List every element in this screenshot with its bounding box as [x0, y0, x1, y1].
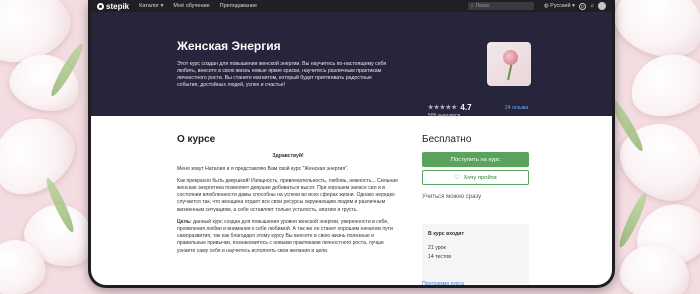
course-description: Этот курс создан для повышения женской э…	[177, 61, 387, 88]
course-sidebar: Бесплатно Поступить на курс ♡ Хочу пройт…	[422, 134, 529, 200]
nav-teaching[interactable]: Преподавание	[220, 3, 257, 9]
lessons-count: 21 урок	[428, 245, 446, 251]
greeting: Здравствуй!	[272, 153, 304, 159]
rating-value: 4.7	[460, 103, 472, 112]
search-input[interactable]: ⌕ Поиск	[467, 2, 534, 10]
price: Бесплатно	[422, 134, 472, 145]
about-paragraph: Как прекрасно быть девушкой! Изящность, …	[177, 178, 398, 213]
about-text: Здравствуй! Меня зовут Наталия и я предс…	[177, 153, 399, 260]
nav-my-learning[interactable]: Моё обучение	[173, 3, 209, 9]
browser-window: stepik Каталог ▾ Моё обучение Преподаван…	[88, 0, 615, 288]
avatar[interactable]	[598, 2, 606, 10]
enroll-button[interactable]: Поступить на курс	[422, 152, 529, 167]
goal-paragraph: Цель: данный курс создан для повышения у…	[177, 219, 393, 254]
stepik-logo[interactable]: stepik	[97, 2, 129, 11]
goal-label: Цель:	[177, 219, 192, 226]
search-placeholder: Поиск	[475, 3, 490, 9]
wishlist-button[interactable]: ♡ Хочу пройти	[422, 170, 529, 185]
search-icon: ⌕	[470, 3, 474, 9]
globe-icon: ◍	[543, 3, 549, 9]
heart-icon: ♡	[454, 174, 460, 181]
course-includes: В курс входят 21 урок 14 тестов	[422, 224, 529, 284]
course-rating: ★★★★★ 4.7	[428, 103, 472, 112]
learn-now-note: Учиться можно сразу	[422, 194, 482, 200]
about-title: О курсе	[177, 134, 216, 145]
bell-icon[interactable]: ♫	[590, 3, 594, 9]
about-paragraph: Меня зовут Наталия и я представляю Вам с…	[177, 165, 349, 172]
nav-catalog[interactable]: Каталог ▾	[139, 3, 163, 9]
course-content: О курсе Здравствуй! Меня зовут Наталия и…	[91, 116, 612, 285]
wishlist-label: Хочу пройти	[463, 174, 497, 181]
tests-count: 14 тестов	[428, 254, 451, 260]
top-navbar: stepik Каталог ▾ Моё обучение Преподаван…	[91, 0, 612, 12]
rating-stars-icon: ★★★★★	[428, 105, 458, 111]
notification-badge[interactable]: 0	[578, 2, 586, 10]
reviews-link[interactable]: 24 отзыва	[505, 105, 528, 111]
includes-title: В курс входят	[428, 231, 465, 237]
logo-icon	[97, 2, 104, 10]
course-header: Женская Энергия Этот курс создан для пов…	[91, 12, 612, 119]
course-title: Женская Энергия	[177, 39, 281, 53]
program-link[interactable]: Программа курса	[422, 281, 464, 285]
brand-name: stepik	[106, 1, 130, 11]
language-select[interactable]: ◍ Русский ▾	[544, 3, 575, 9]
course-cover-image	[487, 42, 531, 86]
chevron-down-icon: ▾	[160, 3, 164, 9]
